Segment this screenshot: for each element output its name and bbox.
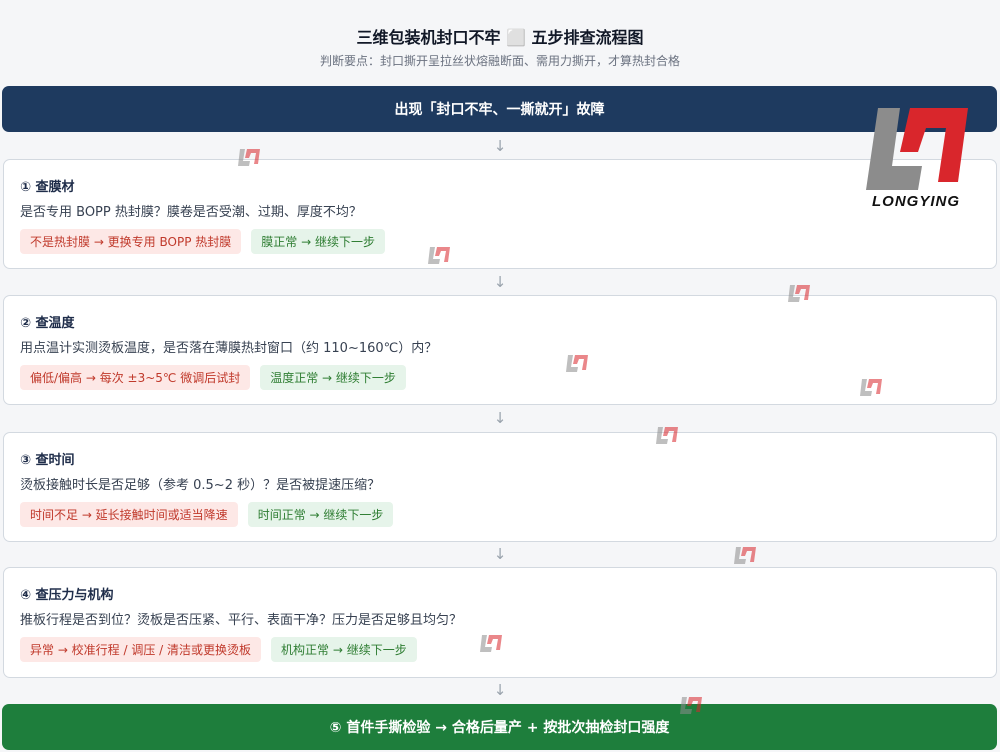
abnormal-action-tag: 偏低/偏高 → 每次 ±3~5℃ 微调后试封: [20, 365, 251, 390]
step-question: 烫板接触时长是否足够（参考 0.5~2 秒）？是否被提速压缩？: [20, 478, 381, 493]
step-question: 是否专用 BOPP 热封膜？膜卷是否受潮、过期、厚度不均？: [20, 205, 362, 220]
start-node: 出现「封口不牢、一撕就开」故障: [2, 86, 997, 132]
step-card-time: ③ 查时间 烫板接触时长是否足够（参考 0.5~2 秒）？是否被提速压缩？ 时间…: [3, 432, 997, 542]
abnormal-action-tag: 异常 → 校准行程 / 调压 / 清洁或更换烫板: [20, 637, 262, 662]
normal-action-tag: 温度正常 → 继续下一步: [260, 365, 406, 390]
step-card-pressure: ④ 查压力与机构 推板行程是否到位？烫板是否压紧、平行、表面干净？压力是否足够且…: [3, 567, 997, 678]
step-title: ② 查温度: [20, 316, 75, 331]
abnormal-action-tag: 不是热封膜 → 更换专用 BOPP 热封膜: [20, 229, 242, 254]
step-outcomes: 不是热封膜 → 更换专用 BOPP 热封膜 膜正常 → 继续下一步: [20, 229, 385, 254]
flow-arrow-icon: ↓: [493, 137, 507, 155]
watermark-logo-icon: [238, 149, 260, 166]
step-question: 推板行程是否到位？烫板是否压紧、平行、表面干净？压力是否足够且均匀？: [20, 613, 463, 628]
page-title: 三维包装机封口不牢 ⬜ 五步排查流程图: [356, 28, 644, 47]
page-subtitle: 判断要点：封口撕开呈拉丝状熔融断面、需用力撕开，才算热封合格: [319, 54, 680, 68]
watermark-logo-icon: [428, 247, 450, 264]
watermark-logo-icon: [860, 379, 882, 396]
step-outcomes: 偏低/偏高 → 每次 ±3~5℃ 微调后试封 温度正常 → 继续下一步: [20, 365, 406, 390]
step-title: ④ 查压力与机构: [20, 588, 114, 603]
logo-wordmark: LONGYING: [871, 193, 960, 210]
watermark-logo-icon: [566, 355, 588, 372]
watermark-logo-icon: [656, 427, 678, 444]
flow-arrow-icon: ↓: [493, 545, 507, 563]
step-title: ③ 查时间: [20, 453, 75, 468]
end-node: ⑤ 首件手撕检验 → 合格后量产 + 按批次抽检封口强度: [2, 704, 997, 750]
watermark-logo-icon: [680, 697, 702, 714]
step-outcomes: 异常 → 校准行程 / 调压 / 清洁或更换烫板 机构正常 → 继续下一步: [20, 637, 417, 662]
flow-arrow-icon: ↓: [493, 273, 507, 291]
step-outcomes: 时间不足 → 延长接触时间或适当降速 时间正常 → 继续下一步: [20, 502, 394, 527]
watermark-logo-icon: [734, 547, 756, 564]
normal-action-tag: 机构正常 → 继续下一步: [271, 637, 417, 662]
end-node-label: ⑤ 首件手撕检验 → 合格后量产 + 按批次抽检封口强度: [329, 720, 670, 736]
flowchart-page: 三维包装机封口不牢 ⬜ 五步排查流程图 判断要点：封口撕开呈拉丝状熔融断面、需用…: [0, 0, 1000, 752]
watermark-logo-icon: [788, 285, 810, 302]
flow-arrow-icon: ↓: [493, 409, 507, 427]
normal-action-tag: 时间正常 → 继续下一步: [247, 502, 394, 527]
step-card-film: ① 查膜材 是否专用 BOPP 热封膜？膜卷是否受潮、过期、厚度不均？ 不是热封…: [3, 159, 997, 269]
start-node-label: 出现「封口不牢、一撕就开」故障: [394, 102, 605, 118]
normal-action-tag: 膜正常 → 继续下一步: [251, 229, 385, 254]
step-title: ① 查膜材: [20, 180, 75, 195]
flow-arrow-icon: ↓: [493, 681, 507, 699]
abnormal-action-tag: 时间不足 → 延长接触时间或适当降速: [20, 502, 238, 527]
watermark-logo-icon: [480, 635, 502, 652]
step-question: 用点温计实测烫板温度，是否落在薄膜热封窗口（约 110~160℃）内？: [20, 341, 438, 356]
step-card-temperature: ② 查温度 用点温计实测烫板温度，是否落在薄膜热封窗口（约 110~160℃）内…: [3, 295, 997, 405]
